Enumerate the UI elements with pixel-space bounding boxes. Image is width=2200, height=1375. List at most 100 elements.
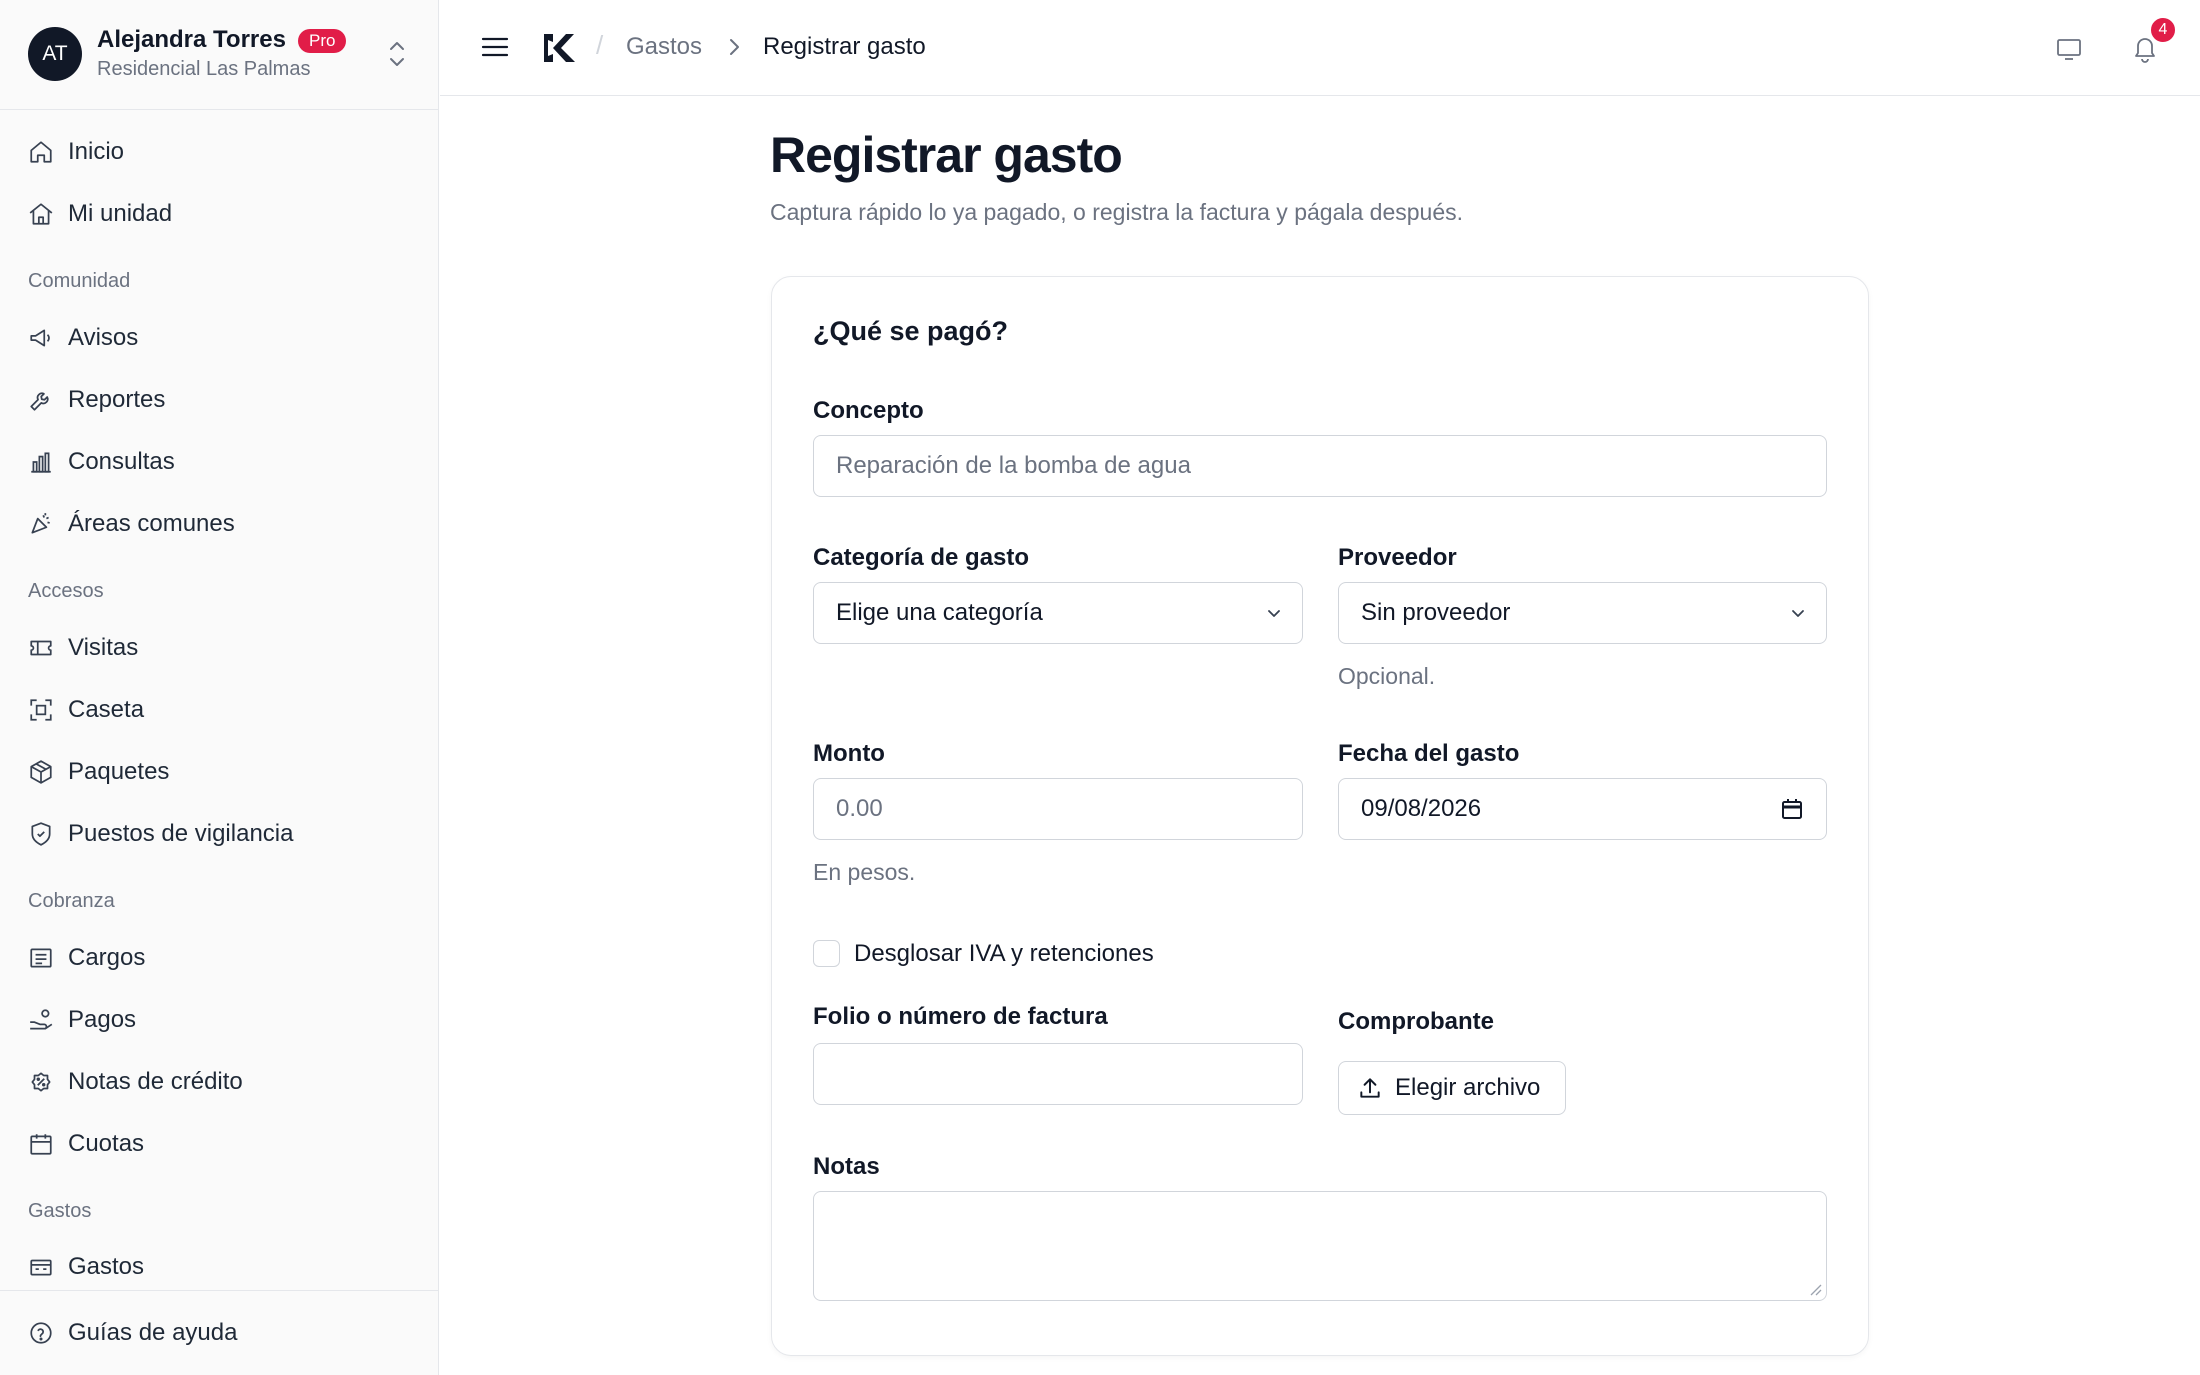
receipt-icon (30, 948, 52, 968)
categoria-label: Categoría de gasto (813, 544, 1030, 571)
form-section-title: ¿Qué se pagó? (813, 316, 1009, 346)
resize-grip-icon[interactable] (1808, 1282, 1822, 1296)
concepto-label: Concepto (813, 397, 924, 424)
sidebar-item-mi-unidad[interactable]: Mi unidad (28, 194, 172, 234)
fecha-label: Fecha del gasto (1338, 740, 1520, 767)
sidebar-footer: Guías de ayuda (0, 1290, 438, 1375)
sidebar-item-label: Guías de ayuda (68, 1319, 238, 1346)
sidebar-item-label: Paquetes (68, 758, 170, 785)
calendar-icon[interactable] (1780, 797, 1804, 821)
monto-label: Monto (813, 740, 885, 767)
home-icon (30, 141, 52, 163)
notas-label: Notas (813, 1153, 880, 1180)
megaphone-icon (30, 329, 50, 347)
chevrons-up-down-icon[interactable] (384, 36, 410, 72)
wallet-icon (30, 1259, 52, 1276)
sidebar-item-label: Puestos de vigilancia (68, 820, 294, 847)
chevron-right-icon (730, 39, 739, 55)
account-switcher[interactable]: AT Alejandra Torres Pro Residencial Las … (0, 0, 438, 110)
sidebar-item-label: Cargos (68, 944, 146, 971)
sidebar: AT Alejandra Torres Pro Residencial Las … (0, 0, 439, 1375)
choose-file-button[interactable]: Elegir archivo (1338, 1061, 1566, 1115)
sidebar-item-label: Pagos (68, 1006, 137, 1033)
sidebar-item-puestos-vigilancia[interactable]: Puestos de vigilancia (28, 814, 293, 854)
monto-help: En pesos. (813, 859, 916, 885)
menu-icon[interactable] (480, 32, 510, 62)
badge-percent-icon (31, 1072, 51, 1092)
wrench-icon (30, 392, 49, 411)
ticket-icon (30, 640, 52, 656)
sidebar-item-caseta[interactable]: Caseta (28, 690, 144, 730)
chevron-down-icon (1792, 610, 1804, 617)
sidebar-item-label: Avisos (68, 324, 139, 351)
proveedor-value: Sin proveedor (1361, 599, 1511, 626)
sidebar-item-label: Consultas (68, 448, 175, 475)
sidebar-item-paquetes[interactable]: Paquetes (28, 752, 169, 792)
proveedor-select[interactable]: Sin proveedor (1338, 582, 1827, 644)
sidebar-item-notas-credito[interactable]: Notas de crédito (28, 1062, 243, 1102)
fecha-input[interactable]: 09/08/2026 (1338, 778, 1827, 840)
sidebar-item-reportes[interactable]: Reportes (28, 380, 165, 420)
folio-input[interactable] (813, 1043, 1303, 1105)
plan-badge: Pro (298, 29, 347, 53)
sidebar-item-cargos[interactable]: Cargos (28, 938, 145, 978)
sidebar-item-gastos[interactable]: Gastos (28, 1247, 144, 1287)
monto-input[interactable]: 0.00 (813, 778, 1303, 840)
sidebar-item-label: Inicio (68, 138, 125, 165)
section-title-gastos: Gastos (28, 1200, 92, 1222)
sidebar-item-label: Mi unidad (68, 200, 173, 227)
breadcrumb-gastos-link[interactable]: Gastos (626, 33, 702, 61)
folio-label: Folio o número de factura (813, 1003, 1108, 1030)
notification-badge: 4 (2149, 16, 2177, 44)
sidebar-item-inicio[interactable]: Inicio (28, 132, 124, 172)
sidebar-item-label: Reportes (68, 386, 166, 413)
sidebar-item-consultas[interactable]: Consultas (28, 442, 175, 482)
sidebar-item-avisos[interactable]: Avisos (28, 318, 138, 358)
sidebar-item-label: Notas de crédito (68, 1068, 243, 1095)
community-name: Residencial Las Palmas (97, 58, 311, 80)
chevron-down-icon (1268, 610, 1280, 617)
breadcrumb-current: Registrar gasto (763, 33, 926, 60)
concepto-input[interactable]: Reparación de la bomba de agua (813, 435, 1827, 497)
sidebar-item-cuotas[interactable]: Cuotas (28, 1124, 144, 1164)
section-title-comunidad: Comunidad (28, 270, 131, 292)
help-circle-icon (30, 1322, 52, 1344)
sidebar-item-pagos[interactable]: Pagos (28, 1000, 136, 1040)
sidebar-item-label: Cuotas (68, 1130, 145, 1157)
sidebar-item-label: Caseta (68, 696, 145, 723)
section-title-cobranza: Cobranza (28, 890, 115, 912)
sidebar-item-visitas[interactable]: Visitas (28, 628, 138, 668)
sidebar-item-areas-comunes[interactable]: Áreas comunes (28, 504, 235, 544)
scan-icon (30, 699, 52, 721)
desglosar-label[interactable]: Desglosar IVA y retenciones (854, 940, 1154, 968)
categoria-select[interactable]: Elige una categoría (813, 582, 1303, 644)
account-name: Alejandra Torres (97, 26, 286, 53)
monitor-icon[interactable] (2054, 34, 2084, 64)
party-popper-icon (31, 513, 50, 534)
comprobante-label: Comprobante (1338, 1008, 1494, 1035)
sidebar-item-label: Gastos (68, 1253, 145, 1280)
sidebar-item-guias-ayuda[interactable]: Guías de ayuda (28, 1313, 237, 1353)
categoria-value: Elige una categoría (836, 599, 1043, 626)
house-icon (29, 203, 53, 225)
section-title-accesos: Accesos (28, 580, 104, 602)
fecha-value: 09/08/2026 (1361, 795, 1482, 822)
proveedor-label: Proveedor (1338, 544, 1457, 571)
top-bar: / Gastos Registrar gasto 4 (440, 0, 2200, 96)
bar-chart-icon (31, 452, 51, 473)
breadcrumb-separator: / (596, 30, 604, 60)
sidebar-item-label: Áreas comunes (68, 510, 235, 537)
avatar: AT (28, 27, 82, 81)
desglosar-checkbox[interactable] (813, 940, 840, 967)
choose-file-label: Elegir archivo (1395, 1074, 1541, 1101)
notas-textarea[interactable] (813, 1191, 1827, 1301)
app-logo-icon[interactable] (540, 30, 576, 66)
monto-placeholder: 0.00 (836, 795, 883, 822)
package-icon (30, 760, 52, 784)
page-subtitle: Captura rápido lo ya pagado, o registra … (770, 199, 1463, 225)
proveedor-help: Opcional. (1338, 663, 1436, 689)
hand-coins-icon (30, 1009, 53, 1030)
concepto-placeholder: Reparación de la bomba de agua (836, 452, 1191, 479)
page-title: Registrar gasto (770, 127, 1123, 183)
shield-icon (31, 822, 51, 846)
